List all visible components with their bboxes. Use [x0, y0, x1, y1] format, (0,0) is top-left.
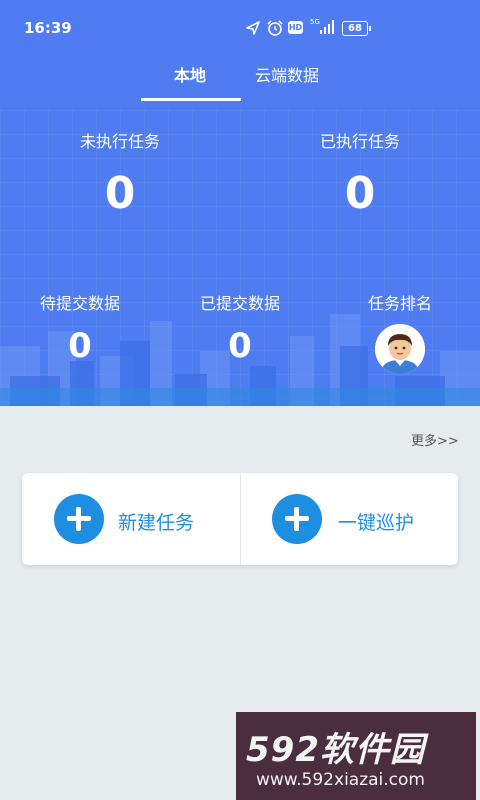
unexecuted-tasks-value[interactable]: 0: [60, 168, 180, 219]
plus-circle-icon: [54, 494, 104, 544]
svg-text:5G: 5G: [310, 18, 320, 26]
battery-indicator: 68: [342, 21, 371, 36]
location-icon: [245, 20, 261, 40]
tab-cloud-data[interactable]: 云端数据: [255, 62, 319, 86]
hd-icon: HD: [288, 21, 303, 34]
one-click-patrol-label: 一键巡护: [338, 512, 415, 534]
pending-data-value[interactable]: 0: [20, 326, 140, 366]
more-link[interactable]: 更多>>: [411, 430, 459, 449]
tab-local[interactable]: 本地: [174, 62, 206, 86]
quick-actions-card: 新建任务 一键巡护: [22, 473, 458, 565]
new-task-button[interactable]: 新建任务: [22, 473, 240, 565]
signal-5g-icon: 5G: [310, 16, 336, 40]
one-click-patrol-button[interactable]: 一键巡护: [241, 473, 459, 565]
pending-data-label: 待提交数据: [39, 294, 120, 313]
executed-tasks-value[interactable]: 0: [300, 168, 420, 219]
task-ranking-label: 任务排名: [367, 294, 432, 313]
submitted-data-label: 已提交数据: [199, 294, 280, 313]
avatar[interactable]: [375, 324, 425, 374]
watermark-url: www.592xiazai.com: [256, 770, 425, 790]
unexecuted-tasks-label: 未执行任务: [79, 132, 160, 151]
executed-tasks-label: 已执行任务: [319, 132, 400, 151]
active-tab-indicator: [141, 98, 241, 101]
new-task-label: 新建任务: [118, 512, 195, 534]
tab-bar: 本地 云端数据: [0, 56, 480, 102]
alarm-icon: [266, 19, 284, 41]
watermark-title: 592软件园: [246, 730, 425, 770]
submitted-data-value[interactable]: 0: [180, 326, 300, 366]
status-time: 16:39: [24, 19, 72, 37]
watermark-logo: 592软件园 www.592xiazai.com: [236, 712, 476, 800]
status-bar: 16:39 HD 5G 68: [0, 0, 480, 56]
plus-circle-icon: [272, 494, 322, 544]
